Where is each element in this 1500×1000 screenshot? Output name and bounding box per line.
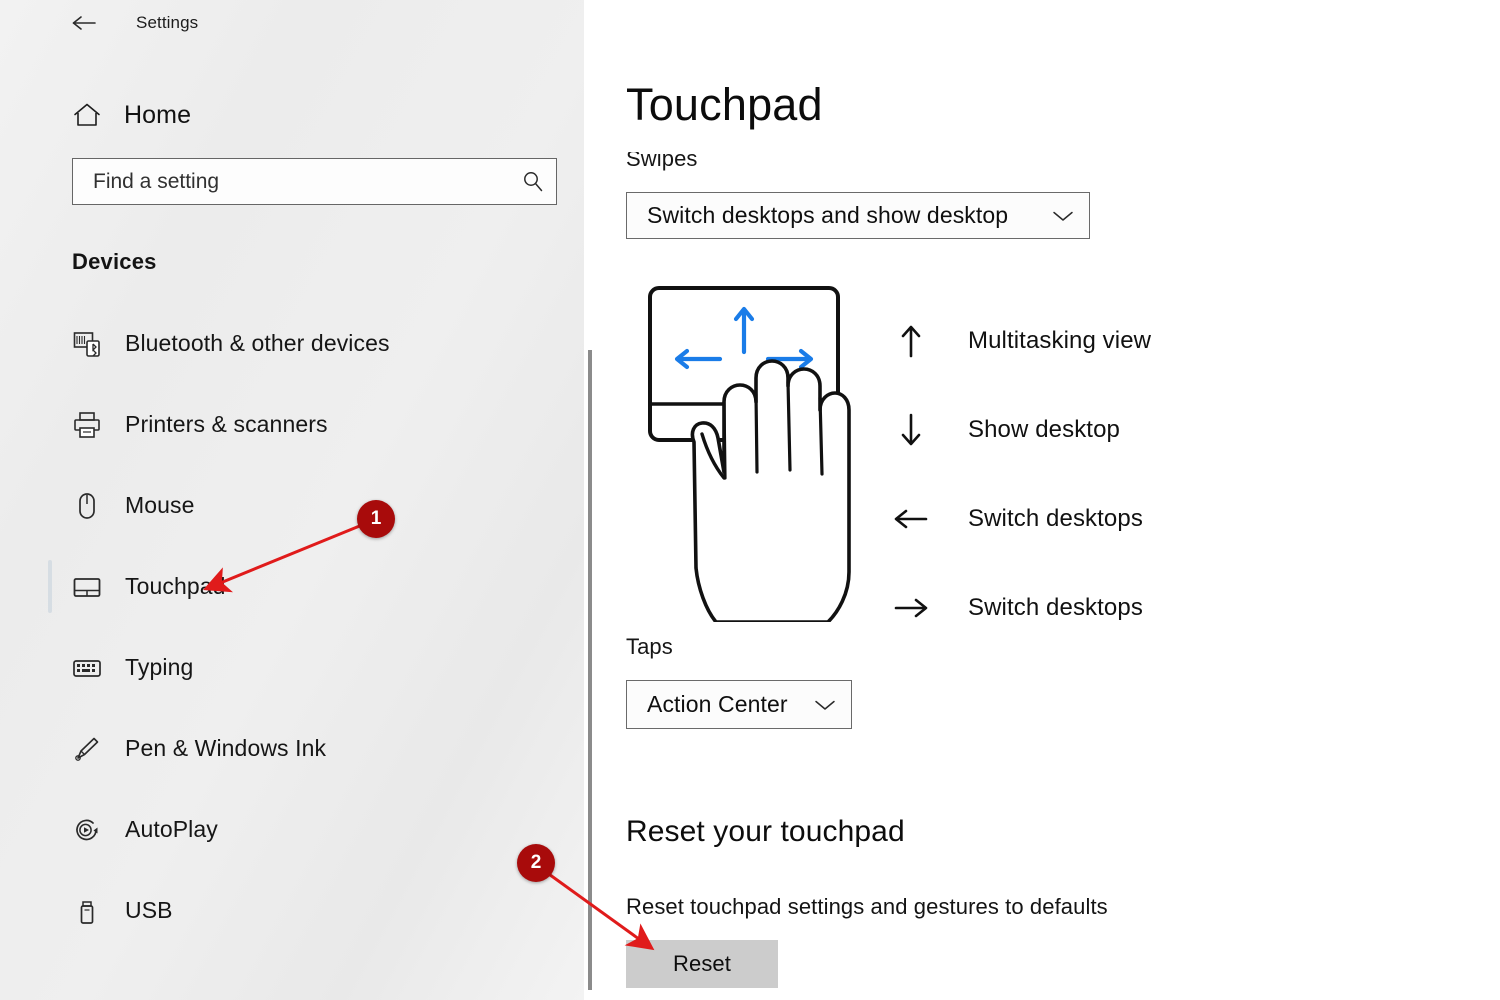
back-arrow-icon[interactable]: [70, 7, 110, 39]
autoplay-icon: [72, 813, 106, 847]
printer-icon: [72, 408, 106, 442]
arrow-left-icon: [884, 504, 938, 534]
arrow-down-icon: [884, 412, 938, 448]
chevron-down-icon: [813, 698, 837, 712]
swipes-section-label: Swipes: [626, 146, 698, 171]
sidebar-item-label: Touchpad: [125, 573, 226, 599]
reset-section-description: Reset touchpad settings and gestures to …: [626, 894, 1108, 919]
arrow-right-icon: [884, 593, 938, 623]
vertical-scrollbar-track[interactable]: [584, 0, 596, 1000]
sidebar-item-label: Bluetooth & other devices: [125, 330, 390, 356]
sidebar: Settings Home Devices: [0, 0, 584, 1000]
search-box[interactable]: [72, 158, 557, 205]
arrow-up-icon: [884, 323, 938, 359]
legend-item-label: Multitasking view: [968, 326, 1152, 354]
legend-item-label: Show desktop: [968, 415, 1120, 443]
swipes-dropdown[interactable]: Switch desktops and show desktop: [626, 192, 1090, 239]
sidebar-item-pen-windows-ink[interactable]: Pen & Windows Ink: [0, 708, 584, 789]
keyboard-icon: [72, 651, 106, 685]
taps-section-label: Taps: [626, 634, 673, 659]
swipes-dropdown-value: Switch desktops and show desktop: [647, 202, 1009, 228]
sidebar-item-label: Typing: [125, 654, 194, 680]
sidebar-item-label: AutoPlay: [125, 816, 218, 842]
gesture-legend: Multitasking view Show desktop Switch de…: [884, 296, 1304, 652]
legend-item: Multitasking view: [884, 296, 1304, 385]
sidebar-item-typing[interactable]: Typing: [0, 627, 584, 708]
legend-item: Switch desktops: [884, 474, 1304, 563]
content-pane: Touchpad Swipes Switch desktops and show…: [584, 0, 1500, 1000]
sidebar-group-title: Devices: [72, 249, 157, 274]
reset-button[interactable]: Reset: [626, 940, 778, 988]
bluetooth-devices-icon: [72, 327, 106, 361]
sidebar-item-printers-scanners[interactable]: Printers & scanners: [0, 384, 584, 465]
search-input[interactable]: [73, 159, 510, 204]
sidebar-item-home[interactable]: Home: [0, 89, 584, 141]
search-icon[interactable]: [510, 169, 556, 195]
page-title: Touchpad: [626, 79, 823, 130]
sidebar-item-autoplay[interactable]: AutoPlay: [0, 789, 584, 870]
home-icon: [72, 101, 106, 129]
sidebar-item-label: Pen & Windows Ink: [125, 735, 327, 761]
taps-dropdown-value: Action Center: [647, 691, 788, 717]
usb-icon: [72, 894, 106, 928]
legend-item: Switch desktops: [884, 563, 1304, 652]
vertical-scrollbar-thumb[interactable]: [588, 350, 592, 990]
reset-section-heading: Reset your touchpad: [626, 815, 905, 848]
taps-dropdown[interactable]: Action Center: [626, 680, 852, 729]
title-bar: Settings: [0, 0, 584, 46]
sidebar-item-mouse[interactable]: Mouse: [0, 465, 584, 546]
sidebar-item-bluetooth-other-devices[interactable]: Bluetooth & other devices: [0, 303, 584, 384]
sidebar-item-label: Mouse: [125, 492, 195, 518]
legend-item: Show desktop: [884, 385, 1304, 474]
sidebar-item-label: USB: [125, 897, 173, 923]
legend-item-label: Switch desktops: [968, 504, 1143, 532]
app-title: Settings: [136, 13, 199, 32]
sidebar-item-touchpad[interactable]: Touchpad: [0, 546, 584, 627]
sidebar-nav-list: Bluetooth & other devices Printers & sca…: [0, 303, 584, 951]
sidebar-item-label: Printers & scanners: [125, 411, 328, 437]
sidebar-item-home-label: Home: [124, 100, 192, 129]
chevron-down-icon: [1051, 209, 1075, 223]
touchpad-icon: [72, 570, 106, 604]
four-finger-swipe-illustration: [632, 282, 892, 624]
pen-icon: [72, 732, 106, 766]
mouse-icon: [72, 489, 106, 523]
settings-window: Settings Home Devices: [0, 0, 1500, 1000]
legend-item-label: Switch desktops: [968, 593, 1143, 621]
sidebar-item-usb[interactable]: USB: [0, 870, 584, 951]
